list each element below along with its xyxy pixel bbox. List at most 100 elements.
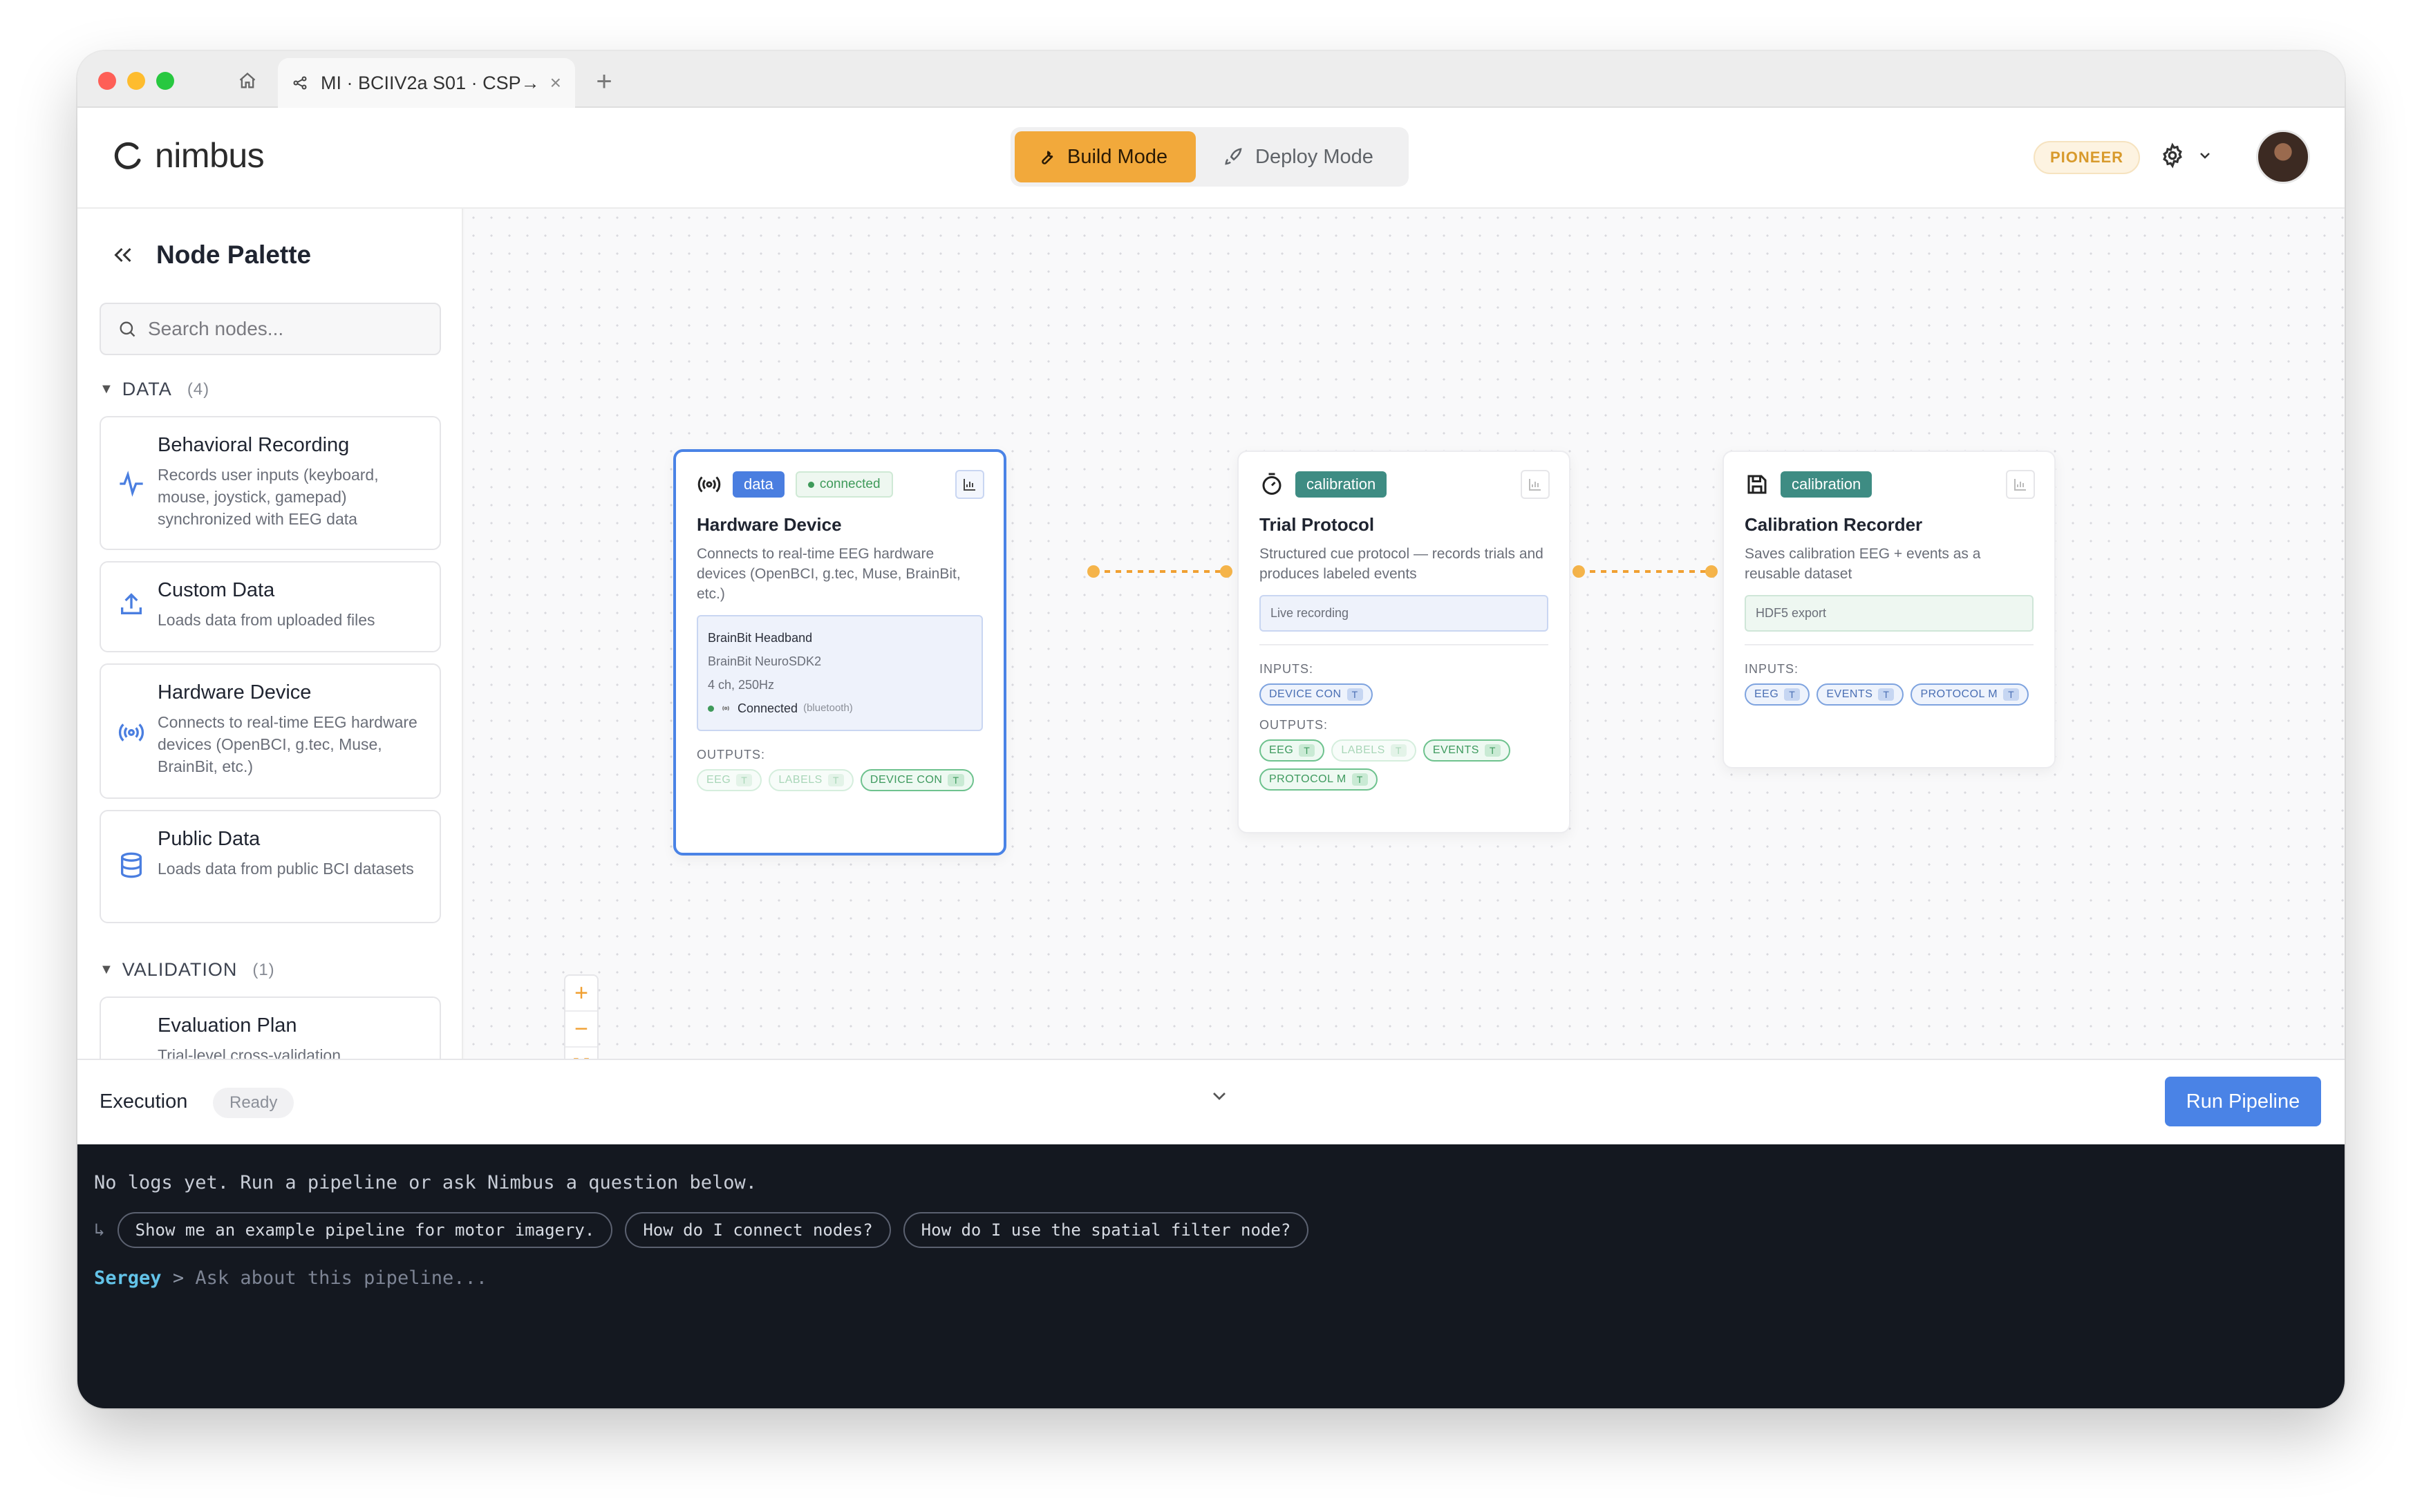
node-description: Saves calibration EEG + events as a reus… — [1745, 546, 1981, 582]
minimize-window-button[interactable] — [127, 72, 145, 90]
divider — [1745, 644, 2034, 645]
zoom-in-button[interactable]: + — [565, 976, 597, 1012]
caret-down-icon: ▼ — [100, 381, 114, 397]
save-icon — [1747, 475, 1767, 494]
inputs-label: INPUTS: — [1259, 662, 1314, 676]
palette-item-behavioral-recording[interactable]: Behavioral Recording Records user inputs… — [100, 416, 441, 550]
logo[interactable]: nimbus — [112, 135, 265, 176]
input-port-device-con[interactable]: DEVICE CON T — [1259, 683, 1373, 706]
settings-menu[interactable] — [2159, 142, 2213, 169]
port-type: T — [827, 774, 844, 786]
palette-item-hardware-device[interactable]: Hardware Device Connects to real-time EE… — [100, 663, 441, 799]
palette-item-public-data[interactable]: Public Data Loads data from public BCI d… — [100, 810, 441, 923]
section-count: (1) — [252, 960, 275, 979]
node-calibration-recorder[interactable]: calibration Calibration Recorder Saves c… — [1722, 451, 2056, 768]
database-icon — [121, 852, 142, 878]
divider — [1259, 644, 1548, 645]
activity-icon — [120, 471, 143, 497]
suggestion-chip[interactable]: Show me an example pipeline for motor im… — [117, 1212, 613, 1248]
chevron-down-icon — [2200, 153, 2210, 159]
suggestion-chip[interactable]: How do I connect nodes? — [625, 1212, 891, 1248]
node-description: Structured cue protocol — records trials… — [1259, 546, 1543, 582]
search-icon — [120, 321, 135, 337]
section-label: DATA — [122, 379, 172, 399]
build-mode-button[interactable]: Build Mode — [1015, 131, 1196, 182]
close-window-button[interactable] — [98, 72, 116, 90]
output-port-labels[interactable]: LABELS T — [1331, 739, 1416, 762]
caret-down-icon: ▼ — [100, 962, 114, 977]
timer-icon — [1262, 473, 1282, 495]
app-header: nimbus Build Mode Deploy Mode PIONEER — [77, 108, 2345, 209]
input-port-eeg[interactable]: EEG T — [1745, 683, 1810, 706]
run-pipeline-button[interactable]: Run Pipeline — [2165, 1077, 2321, 1126]
pipeline-canvas[interactable]: data connected Hardware Device Connects … — [464, 209, 2345, 1059]
avatar[interactable] — [2256, 130, 2310, 184]
share-nodes-icon — [293, 76, 307, 90]
collapse-sidebar-icon[interactable] — [111, 243, 135, 267]
home-icon[interactable] — [223, 64, 272, 98]
palette-item-desc: Connects to real-time EEG hardware devic… — [158, 713, 417, 775]
connection-trial-to-recorder[interactable] — [1573, 565, 1718, 578]
palette-item-desc: Loads data from uploaded files — [158, 611, 375, 629]
node-type-tag: data — [733, 471, 785, 498]
section-label: VALIDATION — [122, 959, 238, 980]
port-label: EEG — [1269, 744, 1294, 756]
input-port-protocol-m[interactable]: PROTOCOL M T — [1911, 683, 2029, 706]
palette-item-name: Evaluation Plan — [158, 1014, 297, 1037]
palette-item-evaluation-plan[interactable]: Evaluation Plan Trial-level cross-valida… — [100, 996, 441, 1059]
port-label: DEVICE CON — [1269, 688, 1342, 700]
node-chart-button[interactable] — [1521, 470, 1550, 499]
tab-close-icon[interactable]: × — [550, 72, 561, 94]
port-type: T — [736, 774, 753, 786]
device-info-box: BrainBit Headband BrainBit NeuroSDK2 4 c… — [697, 615, 983, 731]
output-port-eeg[interactable]: EEG T — [697, 769, 762, 791]
port-label: PROTOCOL M — [1920, 688, 1998, 700]
build-mode-label: Build Mode — [1067, 145, 1168, 168]
output-port-device-con[interactable]: DEVICE CON T — [860, 769, 974, 791]
zoom-out-button[interactable]: − — [565, 1012, 597, 1048]
suggestion-chip[interactable]: How do I use the spatial filter node? — [903, 1212, 1309, 1248]
node-hardware-device[interactable]: data connected Hardware Device Connects … — [673, 449, 1006, 856]
chat-prompt[interactable]: Sergey > Ask about this pipeline... — [94, 1267, 487, 1289]
minus-icon: − — [574, 1015, 588, 1042]
node-type-tag: calibration — [1295, 471, 1387, 498]
empty-log-message: No logs yet. Run a pipeline or ask Nimbu… — [94, 1172, 758, 1193]
status-dot — [807, 481, 814, 488]
node-chart-button[interactable] — [2006, 470, 2035, 499]
output-port-labels[interactable]: LABELS T — [769, 769, 854, 791]
active-tab[interactable]: MI · BCIIV2a S01 · CSP→... × — [278, 58, 575, 108]
status-badge: connected — [795, 471, 893, 498]
connection-hardware-to-trial[interactable] — [1087, 565, 1232, 578]
deploy-mode-button[interactable]: Deploy Mode — [1203, 131, 1394, 182]
port-label: EVENTS — [1432, 744, 1479, 756]
port-label: EEG — [706, 774, 731, 786]
port-label: LABELS — [778, 774, 823, 786]
search-input[interactable]: Search nodes... — [100, 303, 441, 355]
node-trial-protocol[interactable]: calibration Trial Protocol Structured cu… — [1237, 451, 1570, 833]
rocket-icon — [1225, 148, 1242, 165]
tab-title: MI · BCIIV2a S01 · CSP→... — [321, 72, 538, 93]
export-format-field[interactable]: HDF5 export — [1745, 595, 2034, 632]
maximize-window-button[interactable] — [156, 72, 174, 90]
output-port-protocol-m[interactable]: PROTOCOL M T — [1259, 768, 1378, 791]
section-validation[interactable]: ▼ VALIDATION (1) — [100, 959, 275, 981]
recording-mode-field[interactable]: Live recording — [1259, 595, 1548, 632]
palette-item-desc: Trial-level cross-validation — [158, 1046, 341, 1059]
section-data[interactable]: ▼ DATA (4) — [100, 379, 209, 400]
chevron-down-icon[interactable] — [1208, 1085, 1230, 1107]
palette-item-custom-data[interactable]: Custom Data Loads data from uploaded fil… — [100, 561, 441, 652]
input-port-events[interactable]: EVENTS T — [1816, 683, 1904, 706]
wrench-icon — [1042, 151, 1053, 164]
signal-icon — [722, 706, 729, 711]
device-sdk: BrainBit NeuroSDK2 — [708, 654, 822, 668]
chat-input-placeholder[interactable]: Ask about this pipeline... — [195, 1267, 487, 1289]
output-port-events[interactable]: EVENTS T — [1423, 739, 1510, 762]
output-port-eeg[interactable]: EEG T — [1259, 739, 1325, 762]
node-chart-button[interactable] — [955, 470, 984, 499]
execution-status-badge: Ready — [213, 1088, 294, 1118]
device-spec: 4 ch, 250Hz — [708, 678, 775, 692]
output-ports: EEG T LABELS T DEVICE CON T — [697, 769, 983, 791]
port-type: T — [1346, 688, 1363, 701]
output-ports: EEG T LABELS T EVENTS T PROTOCOL M T — [1259, 739, 1548, 791]
new-tab-button[interactable]: + — [588, 65, 621, 98]
